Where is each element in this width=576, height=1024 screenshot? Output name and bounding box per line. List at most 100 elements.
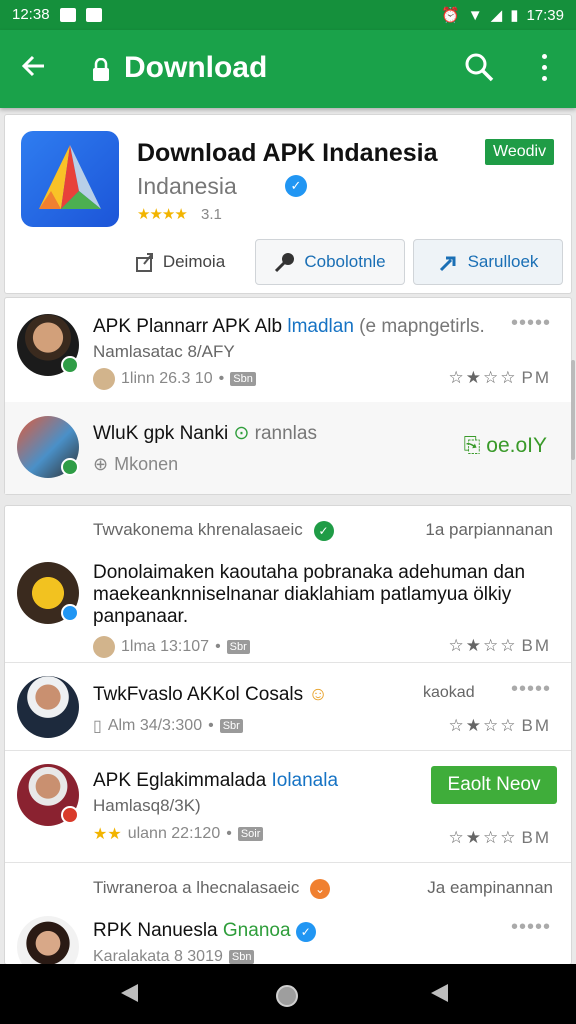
battery-icon: ▮	[510, 7, 519, 24]
list-card-1: APK Plannarr APK Alb lmadlan (e mapngeti…	[4, 297, 572, 495]
system-nav-bar	[0, 964, 576, 1024]
item-meta: 1linn 26.3 10 • Sbn	[93, 368, 256, 390]
list-item[interactable]: APK Plannarr APK Alb lmadlan (e mapngeti…	[5, 298, 571, 402]
divider	[5, 862, 571, 863]
item-rating: ☆★☆☆ BM	[448, 828, 551, 847]
online-dot-icon	[61, 356, 79, 374]
home-nav-icon[interactable]	[274, 983, 300, 1014]
item-time: ulann 22:120	[127, 825, 221, 842]
recents-nav-icon[interactable]	[428, 982, 450, 1009]
list-item[interactable]: Donolaimaken kaoutaha pobranaka adehuman…	[5, 552, 571, 672]
action-button[interactable]: Eaolt Neov	[431, 766, 557, 804]
back-nav-icon[interactable]	[118, 982, 140, 1009]
more-vert-icon[interactable]	[536, 52, 552, 86]
alarm-icon: ⏰	[441, 7, 460, 24]
copy-icon: ⎘	[463, 434, 481, 457]
install-link-label: oe.oIY	[486, 434, 547, 457]
item-name: WluK gpk Nanki	[93, 423, 229, 444]
item-rating-text: BM	[521, 636, 551, 655]
verified-dot-icon	[61, 604, 79, 622]
wifi-icon: ▼	[467, 6, 483, 24]
stars-icon: ★★	[93, 826, 122, 843]
key-button-label: Cobolotnle	[304, 252, 386, 271]
verified-icon: ✓	[295, 922, 316, 942]
item-time: Alm 34/3:300	[107, 717, 203, 734]
item-pill: Sbn	[230, 372, 256, 386]
rating-stars-icon: ★★★★	[137, 206, 188, 223]
more-horiz-icon[interactable]: •••••	[511, 312, 551, 335]
install-link[interactable]: ⎘ oe.oIY	[464, 434, 547, 458]
status-time-right: 17:39	[526, 6, 564, 24]
status-badge[interactable]: Weodiv	[485, 139, 555, 165]
app-bar: Download	[0, 30, 576, 108]
item-name: RPK Nanuesla	[93, 920, 218, 941]
more-horiz-icon[interactable]: •••••	[511, 916, 551, 939]
app-developer[interactable]: Indanesia	[137, 173, 237, 200]
group-header: Tiwraneroa a lhecnalasaeic ⌄	[93, 878, 331, 899]
divider	[5, 750, 571, 751]
share-icon	[135, 253, 153, 272]
item-name: TwkFvaslo AKKol Cosals	[93, 684, 304, 705]
group-header-label: Tiwraneroa a lhecnalasaeic	[93, 878, 300, 897]
item-name: APK Plannarr APK Alb	[93, 316, 283, 337]
more-horiz-icon[interactable]: •••••	[511, 678, 551, 701]
page-title: Download	[124, 51, 268, 84]
doc-icon: ▯	[93, 718, 102, 735]
list-card-2: Twvakonema khrenalasaeic ✓ 1a parpiannan…	[4, 505, 572, 978]
arrow-button[interactable]: Sarulloek	[413, 239, 563, 285]
avatar	[17, 676, 79, 738]
status-bar: 12:38 ⏰ ▼ ◢ ▮ 17:39	[0, 0, 576, 30]
item-rating-text: BM	[521, 716, 551, 735]
status-time-left: 12:38	[12, 6, 50, 23]
item-name-muted: rannlas	[254, 423, 317, 444]
list-item[interactable]: RPK Nanuesla Gnanoa ✓ ••••• Karalakata 8…	[5, 908, 571, 978]
item-pill: Sbr	[219, 719, 243, 733]
key-icon	[275, 253, 295, 273]
item-meta: ★★ ulann 22:120 • Soir	[93, 824, 264, 844]
item-pill: Soir	[237, 827, 264, 841]
share-button[interactable]: Deimoia	[117, 239, 243, 285]
item-name-highlight: Gnanoa	[222, 920, 291, 941]
key-button[interactable]: Cobolotnle	[255, 239, 405, 285]
item-name-muted: (e mapngetirls.	[359, 316, 485, 337]
back-arrow-icon[interactable]	[20, 52, 48, 86]
item-name-muted: kaokad	[423, 684, 475, 701]
list-item[interactable]: WluK gpk Nanki ⊙ rannlas ⊕ Mkonen ⎘ oe.o…	[5, 402, 571, 494]
item-text: Donolaimaken kaoutaha pobranaka adehuman…	[93, 562, 526, 627]
signal-icon: ◢	[490, 7, 503, 24]
app-logo-icon	[21, 131, 119, 227]
item-subtitle: Namlasatac 8/AFY	[93, 342, 235, 361]
item-meta: 1lma 13:107 • Sbr	[93, 636, 250, 658]
app-card: Download APK Indanesia Indanesia ✓ ★★★★ …	[4, 114, 572, 294]
item-meta: ▯ Alm 34/3:300 • Sbr	[93, 716, 243, 736]
item-pill: Sbn	[228, 950, 255, 964]
item-meta: ⊕ Mkonen	[93, 454, 178, 475]
item-pill: Sbr	[226, 640, 250, 654]
app-rating: 3.1	[201, 206, 222, 223]
app-title: Download APK Indanesia	[137, 139, 438, 167]
item-rating-text: BM	[521, 828, 551, 847]
group-header-right: 1a parpiannanan	[425, 520, 553, 539]
item-name-highlight: lmadlan	[287, 316, 354, 337]
mini-avatar	[93, 636, 115, 658]
item-rating: ☆★☆☆ BM	[448, 636, 551, 655]
item-time: 1lma 13:107	[121, 638, 210, 655]
list-item[interactable]: APK Eglakimmalada Iolanala Eaolt Neov Ha…	[5, 754, 571, 860]
item-name: APK Eglakimmalada	[93, 770, 267, 791]
notification-icon-2	[85, 7, 102, 22]
list-item[interactable]: TwkFvaslo AKKol Cosals ☺ kaokad ••••• ▯ …	[5, 666, 571, 750]
arrow-button-label: Sarulloek	[467, 252, 539, 271]
divider	[5, 662, 571, 663]
search-icon[interactable]	[464, 52, 494, 87]
item-time: Mkonen	[114, 454, 179, 474]
group-header-label: Twvakonema khrenalasaeic	[93, 520, 303, 539]
item-rating: ☆★☆☆ PM	[448, 368, 551, 387]
group-header: Twvakonema khrenalasaeic ✓	[93, 520, 334, 541]
arrow-icon	[439, 256, 456, 272]
notification-icon	[59, 7, 76, 22]
scrollbar[interactable]	[571, 360, 575, 460]
chevron-down-icon: ⌄	[310, 879, 331, 899]
online-dot-icon	[61, 458, 79, 476]
item-time: 1linn 26.3 10	[121, 370, 213, 387]
share-button-label: Deimoia	[162, 252, 226, 271]
